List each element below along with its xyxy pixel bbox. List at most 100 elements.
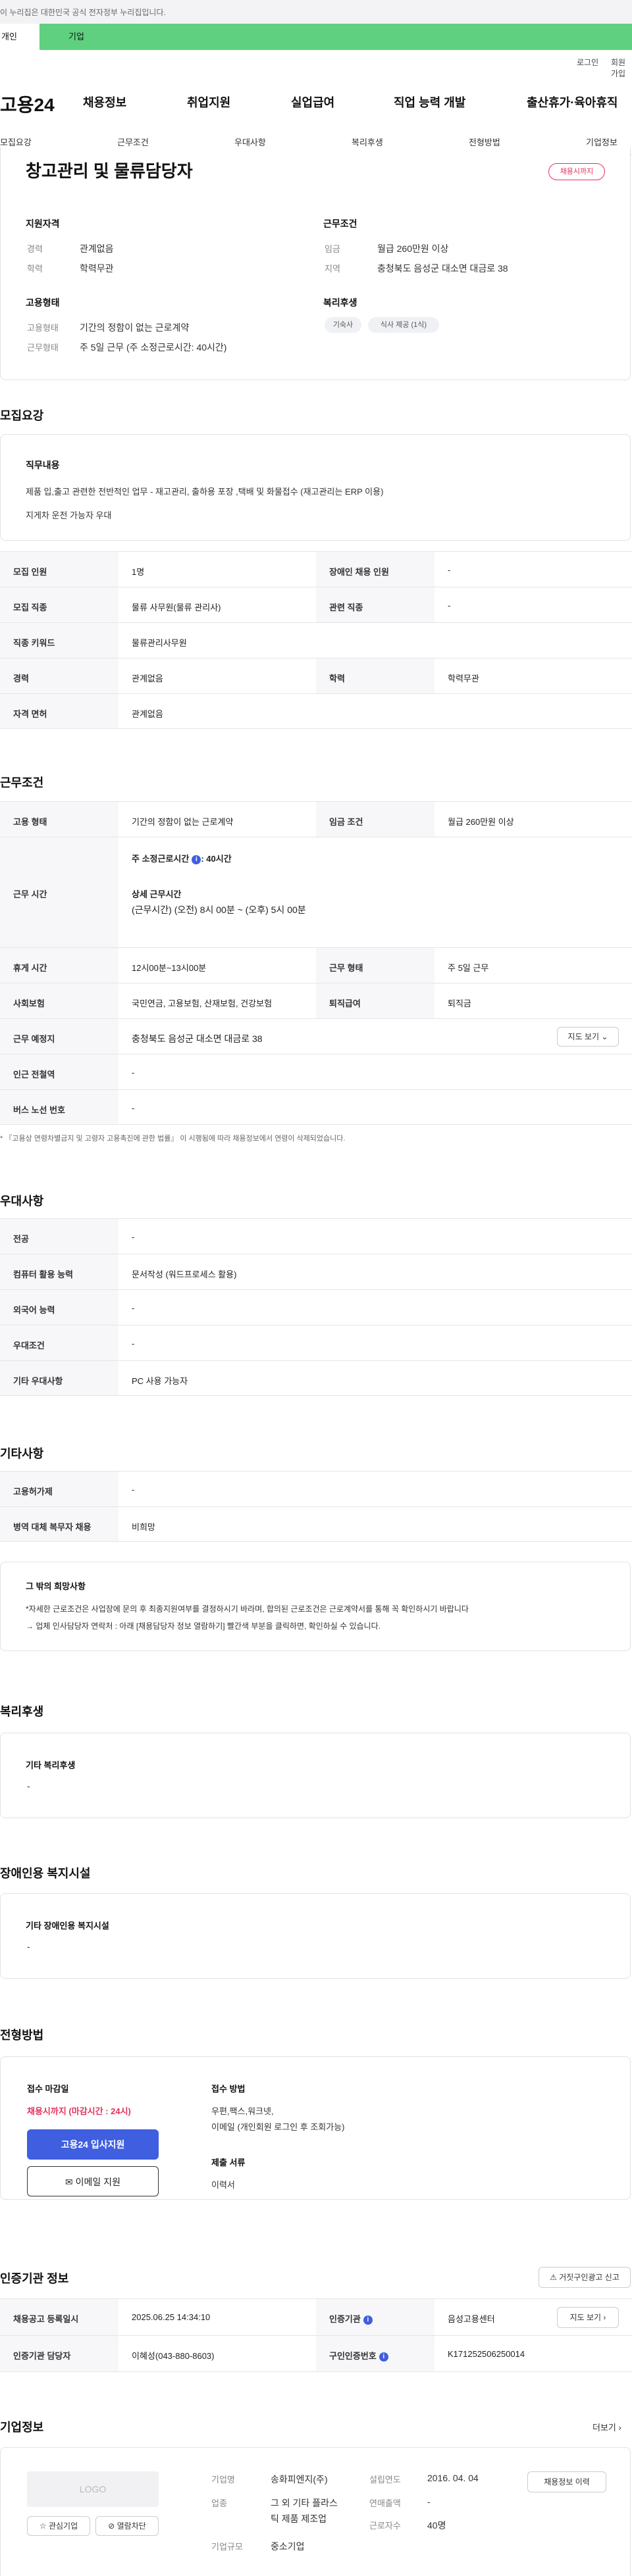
nav-parental-leave[interactable]: 출산휴가·육아휴직	[527, 93, 618, 111]
duty-title: 직무내용	[26, 460, 60, 470]
table-row: 직종 키워드 물류관리사무원	[0, 622, 632, 658]
td: PC 사용 가능자	[132, 1376, 188, 1386]
table-row: 병역 대체 복무자 채용 비희망	[0, 1506, 632, 1542]
th: 경력	[0, 658, 118, 693]
welfare-sub: 기타 복리후생	[26, 1760, 76, 1770]
td: K171252506250014	[448, 2349, 525, 2359]
company-more-link[interactable]: 더보기 ›	[592, 2421, 621, 2433]
th: 고용허가제	[0, 1472, 118, 1506]
site-logo[interactable]: 고용24	[0, 91, 55, 117]
other-wishes-line2: → 업체 인사담당자 연락처 : 아래 [채용담당자 정보 열람하기] 빨간색 …	[26, 1622, 381, 1631]
block-view-button[interactable]: ⊘ 열람차단	[95, 2516, 159, 2536]
info-icon[interactable]: i	[363, 2315, 373, 2325]
welfare-chip-meal: 식사 제공 (1식)	[368, 317, 439, 333]
block-icon: ⊘	[108, 2521, 115, 2531]
th: 채용공고 등록일시	[0, 2299, 118, 2335]
th: 장애인 채용 인원	[316, 552, 434, 587]
tab-recruit[interactable]: 모집요강	[0, 136, 32, 148]
tab-company[interactable]: 기업정보	[586, 136, 618, 148]
table-row: 근무 시간 주 소정근로시간 i: 40시간 상세 근무시간 (근무시간) (오전…	[0, 837, 632, 947]
hiring-history-button[interactable]: 채용정보 이력	[527, 2471, 606, 2492]
tab-process[interactable]: 전형방법	[469, 136, 500, 148]
age-note: * 『고용상 연령차별금지 및 고령자 고용촉진에 관한 법률』 이 시행됨에 …	[0, 1135, 346, 1143]
duty-line2: 지게차 운전 가능자 우대	[26, 510, 112, 520]
process-heading: 전형방법	[0, 2029, 44, 2042]
welfare-value: -	[27, 1781, 30, 1791]
report-false-ad-button[interactable]: ⚠ 거짓구인광고 신고	[539, 2267, 631, 2288]
nav-skill-development[interactable]: 직업 능력 개발	[394, 93, 465, 111]
nav-jobs[interactable]: 채용정보	[83, 93, 126, 111]
td: 관계없음	[132, 674, 163, 683]
th: 자격 면허	[0, 694, 118, 728]
company-heading: 기업정보	[0, 2421, 44, 2434]
email-apply-button[interactable]: ✉ 이메일 지원	[27, 2166, 159, 2196]
nav-unemployment-benefit[interactable]: 실업급여	[291, 93, 334, 111]
worktype-value: 주 5일 근무 (주 소정근로시간: 40시간)	[80, 342, 227, 353]
member-type-bar: 개인 기업	[0, 24, 632, 50]
map-view-button[interactable]: 지도 보기 ⌄	[557, 1027, 619, 1047]
deadline-value: 채용시까지 (마감시간 : 24시)	[27, 2106, 131, 2116]
apply-button[interactable]: 고용24 입사지원	[27, 2129, 159, 2160]
th: 학력	[316, 658, 434, 693]
employment-title: 고용형태	[26, 297, 60, 308]
block-label: 열람차단	[117, 2521, 146, 2531]
table-row: 휴게 시간 12시00분~13시00분 근무 형태 주 5일 근무	[0, 947, 632, 983]
th: 직종 키워드	[0, 623, 118, 658]
region-value: 충청북도 음성군 대소면 대금로 38	[377, 263, 508, 274]
tab-welfare[interactable]: 복리후생	[352, 136, 383, 148]
welfare-heading: 복리후생	[0, 1705, 44, 1718]
tab-work-conditions[interactable]: 근무조건	[117, 136, 149, 148]
th-cert-number: 구인인증번호 i	[316, 2336, 434, 2371]
work-heading: 근무조건	[0, 776, 44, 789]
th: 사회보험	[0, 983, 118, 1018]
pref-heading: 우대사항	[0, 1195, 44, 1208]
tab-preferences[interactable]: 우대사항	[234, 136, 266, 148]
welfare-box: 기타 복리후생 -	[0, 1733, 631, 1818]
company-logo-text: LOGO	[79, 2484, 107, 2494]
join-link[interactable]: 회원가입	[611, 57, 632, 79]
td: -	[132, 1303, 135, 1313]
th: 버스 노선 번호	[0, 1090, 118, 1124]
employees-value: 40명	[427, 2520, 446, 2531]
tab-personal[interactable]: 개인	[0, 24, 40, 50]
td-detail-hours: (근무시간) (오전) 8시 00분 ~ (오후) 5시 00분	[132, 904, 306, 915]
company-size-value: 중소기업	[271, 2541, 305, 2552]
th: 우대조건	[0, 1325, 118, 1360]
condition-title: 근무조건	[323, 218, 357, 229]
info-icon[interactable]: i	[192, 855, 201, 864]
td: 이혜성(043-880-8603)	[132, 2351, 215, 2361]
method-title: 접수 방법	[211, 2084, 246, 2094]
disability-value: -	[27, 1941, 30, 1952]
table-row: 인증기관 담당자 이혜성(043-880-8603) 구인인증번호 i K1712…	[0, 2335, 632, 2372]
company-name-label: 기업명	[211, 2475, 235, 2485]
table-row: 인근 전철역 -	[0, 1054, 632, 1089]
industry-value-1: 그 외 기타 플라스	[271, 2498, 338, 2508]
report-icon: ⚠	[550, 2273, 557, 2282]
cert-detail-button[interactable]: 지도 보기 ›	[557, 2307, 619, 2328]
table-row: 외국어 능력 -	[0, 1289, 632, 1325]
region-label: 지역	[325, 264, 340, 274]
report-label: 거짓구인광고 신고	[559, 2273, 619, 2282]
email-apply-label: 이메일 지원	[75, 2177, 120, 2187]
etc-heading: 기타사항	[0, 1447, 44, 1460]
nav-employment-support[interactable]: 취업지원	[187, 93, 230, 111]
info-icon[interactable]: i	[379, 2352, 388, 2362]
th: 외국어 능력	[0, 1290, 118, 1325]
td: 문서작성 (워드프로세스 활용)	[132, 1270, 237, 1279]
login-link[interactable]: 로그인	[577, 57, 598, 68]
sales-value: -	[427, 2496, 431, 2507]
table-row: 전공 -	[0, 1218, 632, 1254]
docs-title: 제출 서류	[211, 2158, 246, 2167]
tab-company[interactable]: 기업	[68, 24, 84, 50]
company-more-label: 더보기	[592, 2423, 616, 2433]
cert-number-label: 구인인증번호	[329, 2351, 377, 2361]
company-logo-placeholder: LOGO	[27, 2471, 159, 2507]
chevron-down-icon: ⌄	[601, 1032, 608, 1041]
method-value-1: 우편,팩스,워크넷,	[211, 2106, 274, 2116]
table-row: 사회보험 국민연금, 고용보험, 산재보험, 건강보험 퇴직급여 퇴직금	[0, 983, 632, 1018]
td: 물류 사무원(물류 관리사)	[132, 603, 221, 612]
duty-line1: 제품 입,출고 관련한 전반적인 업무 - 재고관리, 출하용 포장 ,택배 및…	[26, 487, 384, 497]
th: 모집 인원	[0, 552, 118, 587]
favorite-company-button[interactable]: ☆ 관심기업	[27, 2516, 90, 2536]
education-label: 학력	[27, 264, 43, 274]
